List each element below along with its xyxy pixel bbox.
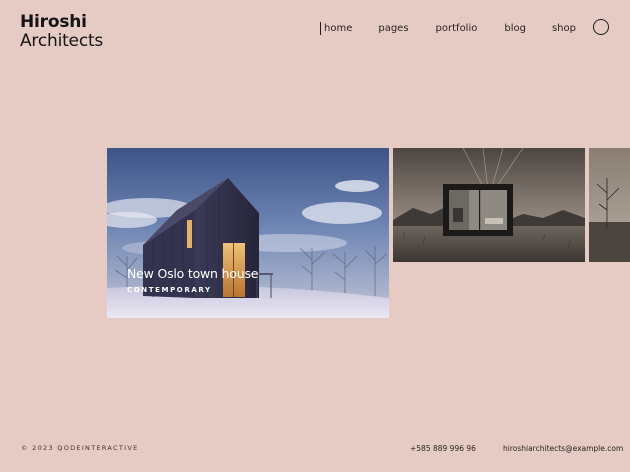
nav-item-shop[interactable]: shop [552, 23, 576, 34]
footer-phone[interactable]: +585 889 996 96 [410, 444, 476, 453]
nav-item-portfolio[interactable]: portfolio [436, 23, 478, 34]
portfolio-slide-oslo-house[interactable]: New Oslo town house CONTEMPORARY [107, 148, 389, 318]
portfolio-slide-glass-cabin[interactable] [393, 148, 585, 262]
slide-caption: New Oslo town house CONTEMPORARY [127, 266, 258, 294]
glass-cabin-image [393, 148, 585, 262]
brand-logo[interactable]: Hiroshi Architects [20, 13, 103, 51]
nav-item-pages[interactable]: pages [378, 23, 408, 34]
slide-title[interactable]: New Oslo town house [127, 266, 258, 281]
brand-line-2: Architects [20, 31, 104, 51]
main-nav: home pages portfolio blog shop [320, 20, 576, 36]
slide-category[interactable]: CONTEMPORARY [127, 286, 258, 294]
footer-copyright: © 2023 QODEINTERACTIVE [21, 444, 139, 452]
active-indicator [320, 21, 321, 35]
footer-email[interactable]: hiroshiarchitects@example.com [503, 444, 623, 453]
page: Hiroshi Architects home pages portfolio … [0, 0, 630, 472]
portfolio-slide-partial[interactable] [589, 148, 630, 262]
nav-item-home[interactable]: home [324, 23, 352, 34]
brand-line-1: Hiroshi [20, 12, 87, 32]
sepia-landscape-image [589, 148, 630, 262]
circle-menu-icon[interactable] [593, 19, 609, 35]
nav-item-blog[interactable]: blog [504, 23, 526, 34]
